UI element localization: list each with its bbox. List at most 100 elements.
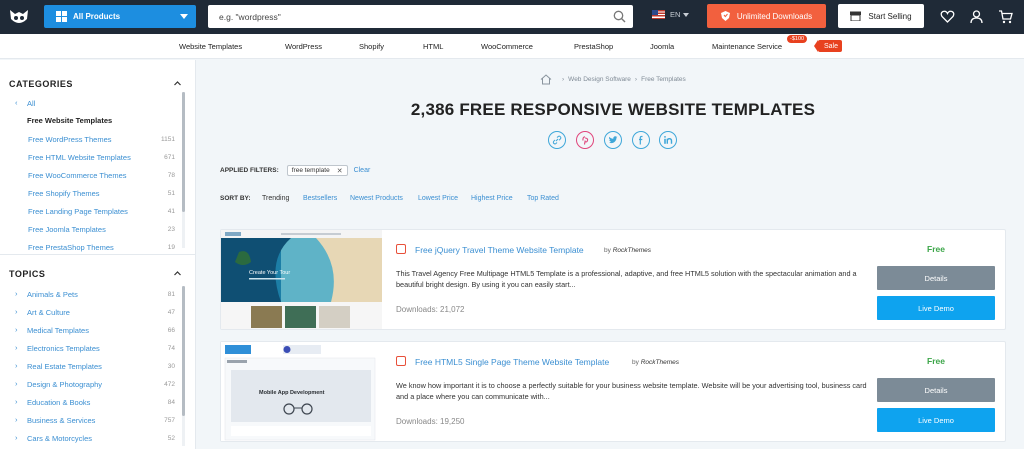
product-description: We know how important it is to choose a … [396, 381, 867, 401]
price-label: Free [927, 244, 945, 254]
filter-chip[interactable]: free template ✕ [286, 165, 348, 176]
chevron-right-icon: › [15, 415, 18, 424]
all-products-dropdown[interactable]: All Products [44, 5, 196, 28]
unlimited-downloads-button[interactable]: Unlimited Downloads [707, 4, 826, 28]
topics-heading: TOPICS [9, 269, 46, 279]
chevron-right-icon: › [15, 325, 18, 334]
thumbnail-caption: Mobile App Development [259, 390, 325, 396]
nav-woocommerce[interactable]: WooCommerce [481, 42, 533, 51]
all-products-label: All Products [73, 12, 121, 21]
details-button[interactable]: Details [877, 266, 995, 290]
sort-by-label: SORT BY: [220, 195, 251, 202]
sort-bestsellers[interactable]: Bestsellers [303, 195, 337, 202]
start-selling-label: Start Selling [868, 11, 912, 21]
item-count: 47 [167, 309, 175, 316]
nav-wordpress[interactable]: WordPress [285, 42, 322, 51]
item-count: 78 [167, 172, 175, 179]
sort-highest-price[interactable]: Highest Price [471, 195, 513, 202]
topics-scroll-thumb[interactable] [182, 286, 185, 416]
topic-item[interactable]: Cars & Motorcycles [27, 434, 92, 443]
store-icon [850, 11, 862, 21]
filter-chip-label: free template [291, 167, 330, 174]
author-by: by [604, 247, 611, 254]
home-icon[interactable] [540, 74, 552, 85]
product-thumbnail[interactable]: Mobile App Development [221, 342, 382, 441]
share-link-button[interactable] [548, 131, 566, 149]
mobile-app-template-preview-image: Mobile App Development [221, 342, 382, 441]
sidebar-item-landing[interactable]: Free Landing Page Templates [28, 207, 128, 216]
chevron-right-icon: › [15, 343, 18, 352]
nav-html[interactable]: HTML [423, 42, 443, 51]
item-count: 74 [167, 345, 175, 352]
product-card: Mobile App Development Free HTML5 Single… [220, 341, 1006, 442]
search-icon[interactable] [613, 10, 626, 23]
item-count: 84 [167, 399, 175, 406]
share-pinterest-button[interactable] [576, 131, 594, 149]
author-link[interactable]: RockThemes [641, 359, 679, 366]
unlimited-downloads-label: Unlimited Downloads [736, 11, 813, 21]
sidebar-item-html[interactable]: Free HTML Website Templates [28, 153, 131, 162]
share-facebook-button[interactable] [632, 131, 650, 149]
sidebar-item-prestashop[interactable]: Free PrestaShop Themes [28, 243, 114, 252]
sidebar-item-wordpress[interactable]: Free WordPress Themes [28, 135, 112, 144]
sort-lowest-price[interactable]: Lowest Price [418, 195, 458, 202]
product-title[interactable]: Free jQuery Travel Theme Website Templat… [415, 245, 584, 255]
author-link[interactable]: RockThemes [613, 247, 651, 254]
nav-prestashop[interactable]: PrestaShop [574, 42, 613, 51]
nav-joomla[interactable]: Joomla [650, 42, 674, 51]
download-count: Downloads: 21,072 [396, 305, 465, 314]
item-count: 66 [167, 327, 175, 334]
live-demo-button[interactable]: Live Demo [877, 296, 995, 320]
sort-trending[interactable]: Trending [262, 195, 289, 202]
share-twitter-button[interactable] [604, 131, 622, 149]
product-title[interactable]: Free HTML5 Single Page Theme Website Tem… [415, 357, 609, 367]
shield-icon [720, 11, 730, 21]
share-linkedin-button[interactable] [659, 131, 677, 149]
html5-icon [396, 244, 406, 254]
clear-filters-link[interactable]: Clear [354, 167, 371, 174]
html5-icon [396, 356, 406, 366]
details-button[interactable]: Details [877, 378, 995, 402]
sort-top-rated[interactable]: Top Rated [527, 195, 559, 202]
chevron-right-icon: › [15, 289, 18, 298]
chevron-down-icon [683, 12, 690, 17]
sort-newest[interactable]: Newest Products [350, 195, 403, 202]
chevron-up-icon[interactable] [174, 270, 181, 277]
topic-item[interactable]: Medical Templates [27, 326, 89, 335]
topic-item[interactable]: Design & Photography [27, 380, 102, 389]
start-selling-button[interactable]: Start Selling [838, 4, 924, 28]
chevron-up-icon[interactable] [174, 80, 181, 87]
item-count: 51 [167, 190, 175, 197]
twitter-icon [609, 136, 618, 144]
breadcrumb: › Web Design Software › Free Templates [540, 74, 686, 85]
heart-icon[interactable] [940, 9, 955, 24]
topic-item[interactable]: Electronics Templates [27, 344, 100, 353]
topic-item[interactable]: Business & Services [27, 416, 95, 425]
price-label: Free [927, 356, 945, 366]
language-label: EN [670, 10, 681, 19]
breadcrumb-item[interactable]: Web Design Software [568, 76, 631, 83]
sidebar-item-joomla[interactable]: Free Joomla Templates [28, 225, 106, 234]
search-input[interactable]: e.g. "wordpress" [208, 5, 633, 28]
item-count: 81 [167, 291, 175, 298]
live-demo-button[interactable]: Live Demo [877, 408, 995, 432]
sidebar-item-woocommerce[interactable]: Free WooCommerce Themes [28, 171, 127, 180]
close-icon[interactable]: ✕ [337, 167, 343, 175]
chevron-right-icon: › [15, 379, 18, 388]
topic-item[interactable]: Art & Culture [27, 308, 70, 317]
category-nav: Website Templates WordPress Shopify HTML… [0, 34, 1024, 59]
topic-item[interactable]: Animals & Pets [27, 290, 78, 299]
language-selector[interactable]: EN [652, 10, 690, 19]
nav-maintenance-service[interactable]: Maintenance Service [712, 42, 782, 51]
user-icon[interactable] [969, 9, 984, 24]
cart-icon[interactable] [998, 9, 1013, 24]
topic-item[interactable]: Real Estate Templates [27, 362, 102, 371]
breadcrumb-item[interactable]: Free Templates [641, 76, 686, 83]
topic-item[interactable]: Education & Books [27, 398, 90, 407]
product-thumbnail[interactable]: Create Your Tour [221, 230, 382, 329]
nav-website-templates[interactable]: Website Templates [179, 42, 242, 51]
sidebar-item-shopify[interactable]: Free Shopify Themes [28, 189, 100, 198]
nav-shopify[interactable]: Shopify [359, 42, 384, 51]
templatemonster-logo-icon[interactable] [8, 7, 30, 27]
pinterest-icon [582, 136, 589, 145]
